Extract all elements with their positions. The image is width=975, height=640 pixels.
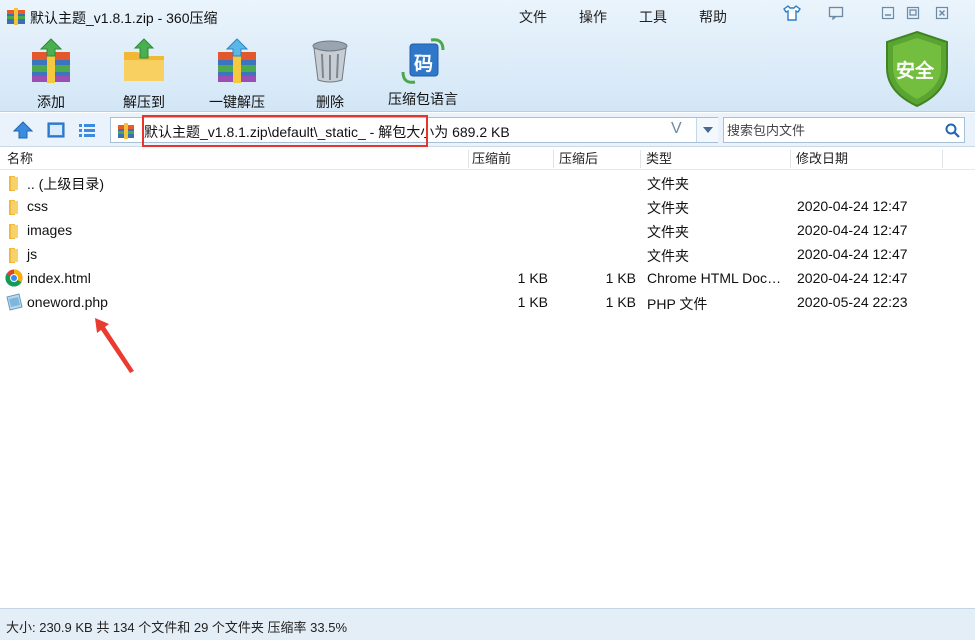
file-row-images[interactable]: images 文件夹 2020-04-24 12:47 [0, 219, 975, 243]
up-arrow-icon[interactable] [12, 119, 34, 141]
extract-to-button[interactable]: 解压到 [104, 38, 184, 112]
search-input[interactable] [727, 121, 937, 139]
file-type: 文件夹 [647, 176, 689, 192]
file-modified: 2020-04-24 12:47 [797, 198, 908, 214]
folder-icon [9, 224, 18, 239]
v-glyph-icon[interactable]: V [671, 120, 682, 138]
column-compressed-before[interactable]: 压缩前 [472, 148, 511, 170]
file-size-before: 1 KB [517, 270, 548, 286]
one-click-extract-label: 一键解压 [209, 94, 265, 110]
file-modified: 2020-04-24 12:47 [797, 270, 908, 286]
encoding-icon: 码 [401, 38, 445, 84]
menu-tools[interactable]: 工具 [639, 7, 667, 27]
column-type[interactable]: 类型 [646, 148, 672, 170]
column-name[interactable]: 名称 [7, 148, 33, 170]
one-click-extract-button[interactable]: 一键解压 [197, 38, 277, 112]
menu-file[interactable]: 文件 [519, 7, 547, 27]
file-type: PHP 文件 [647, 296, 708, 312]
column-compressed-after[interactable]: 压缩后 [559, 148, 598, 170]
file-modified: 2020-04-24 12:47 [797, 222, 908, 238]
file-row-css[interactable]: css 文件夹 2020-04-24 12:47 [0, 195, 975, 219]
file-row-oneword-php[interactable]: oneword.php 1 KB 1 KB PHP 文件 2020-05-24 … [0, 291, 975, 315]
path-highlight-annotation [142, 115, 428, 147]
menu-operation[interactable]: 操作 [579, 7, 607, 27]
delete-button[interactable]: 删除 [290, 38, 370, 112]
column-divider[interactable] [553, 150, 554, 168]
file-name: oneword.php [27, 294, 108, 310]
trash-icon [312, 40, 348, 83]
shirt-icon[interactable] [781, 4, 803, 22]
encoding-glyph: 码 [414, 54, 434, 75]
folder-icon [9, 176, 18, 191]
file-row-index-html[interactable]: index.html 1 KB 1 KB Chrome HTML Documen… [0, 267, 975, 291]
file-size-after: 1 KB [605, 270, 636, 286]
file-name: index.html [27, 270, 91, 286]
chrome-icon [5, 269, 23, 287]
search-box [723, 117, 965, 143]
add-archive-icon [32, 38, 70, 83]
archive-encoding-button[interactable]: 码 压缩包语言 [383, 38, 463, 109]
file-name: js [27, 246, 38, 262]
file-modified: 2020-04-24 12:47 [797, 246, 908, 262]
column-divider[interactable] [942, 150, 943, 168]
file-size-after: 1 KB [605, 294, 636, 310]
archive-encoding-label: 压缩包语言 [388, 91, 458, 107]
column-divider[interactable] [640, 150, 641, 168]
delete-label: 删除 [316, 94, 344, 110]
status-text: 大小: 230.9 KB 共 134 个文件和 29 个文件夹 压缩率 33.5… [6, 620, 348, 635]
status-bar: 大小: 230.9 KB 共 134 个文件和 29 个文件夹 压缩率 33.5… [0, 608, 975, 640]
file-type: Chrome HTML Document [647, 270, 787, 286]
security-shield-badge[interactable]: 安全 [884, 30, 950, 108]
file-name: .. (上级目录) [27, 176, 104, 192]
archive-path-icon [118, 123, 134, 139]
file-modified: 2020-05-24 22:23 [797, 294, 908, 310]
menu-help[interactable]: 帮助 [699, 7, 727, 27]
annotation-arrow-icon [95, 318, 134, 373]
archive-app-icon [7, 8, 25, 25]
php-file-icon [6, 293, 23, 311]
folder-icon [9, 200, 18, 215]
chat-icon[interactable] [825, 4, 847, 22]
add-button[interactable]: 添加 [11, 38, 91, 112]
column-divider[interactable] [790, 150, 791, 168]
add-label: 添加 [37, 94, 65, 110]
toolbar-area: 默认主题_v1.8.1.zip - 360压缩 文件 操作 工具 帮助 添加 解… [0, 0, 975, 112]
list-view-icon[interactable] [76, 119, 98, 141]
window-title: 默认主题_v1.8.1.zip - 360压缩 [30, 10, 218, 26]
minimize-icon[interactable] [877, 4, 899, 22]
file-name: css [27, 198, 48, 214]
file-name: images [27, 222, 73, 238]
file-row-parent[interactable]: .. (上级目录) 文件夹 [0, 171, 975, 195]
folder-icon [9, 248, 18, 263]
chevron-down-icon [702, 127, 713, 133]
security-badge-text: 安全 [896, 61, 935, 82]
one-click-extract-icon [218, 38, 256, 83]
file-type: 文件夹 [647, 200, 689, 216]
search-icon[interactable] [942, 120, 962, 140]
thumbnail-view-icon[interactable] [45, 119, 67, 141]
file-size-before: 1 KB [517, 294, 548, 310]
extract-to-label: 解压到 [123, 94, 165, 110]
column-modified[interactable]: 修改日期 [796, 148, 848, 170]
file-row-js[interactable]: js 文件夹 2020-04-24 12:47 [0, 243, 975, 267]
close-icon[interactable] [931, 4, 953, 22]
column-divider[interactable] [468, 150, 469, 168]
file-type: 文件夹 [647, 224, 689, 240]
extract-folder-icon [124, 38, 164, 81]
maximize-icon[interactable] [902, 4, 924, 22]
file-type: 文件夹 [647, 248, 689, 264]
path-dropdown-button[interactable] [696, 118, 718, 142]
